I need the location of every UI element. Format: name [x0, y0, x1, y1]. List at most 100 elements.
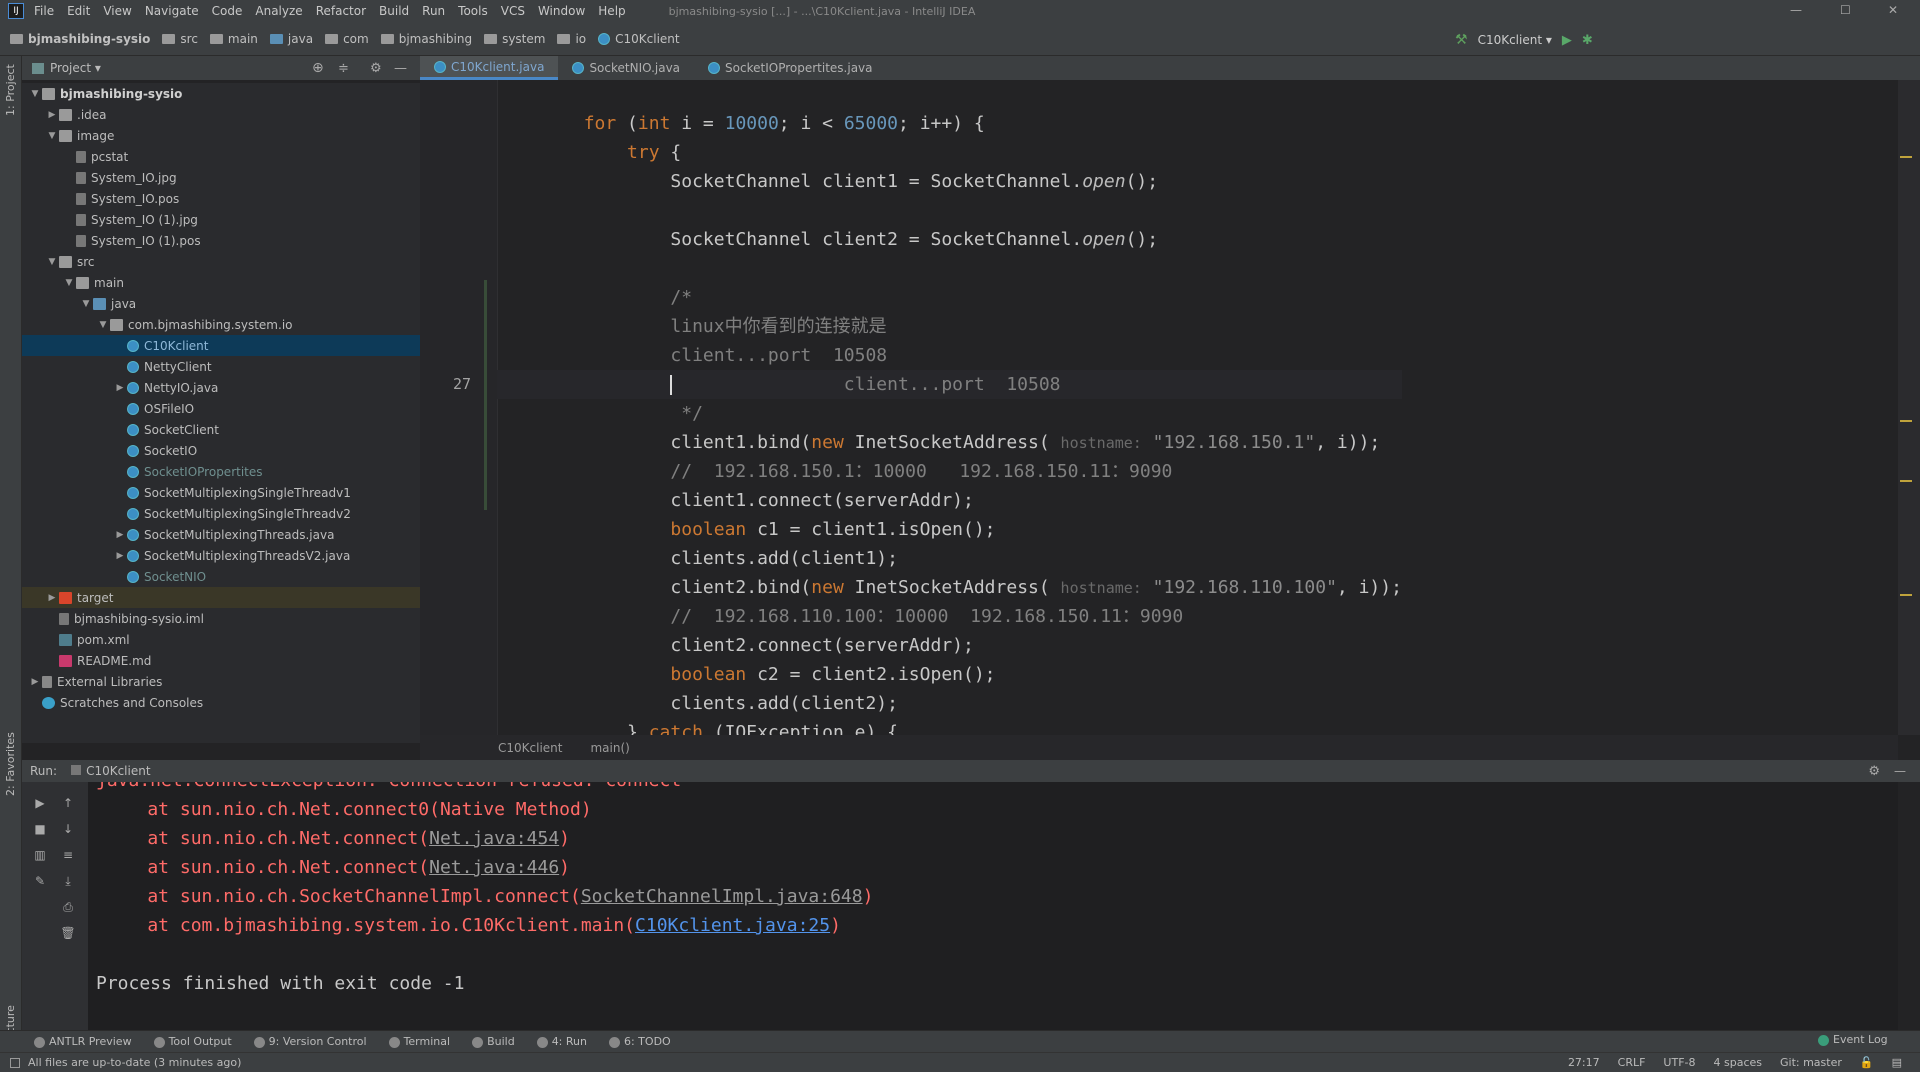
- menu-navigate[interactable]: Navigate: [145, 4, 199, 18]
- tree-item[interactable]: ▶ NettyIO.java: [22, 377, 420, 398]
- tree-item[interactable]: SocketIO: [22, 440, 420, 461]
- tool-window-button[interactable]: 4: Run: [536, 1035, 587, 1048]
- tree-item[interactable]: SocketIOPropertites: [22, 461, 420, 482]
- tree-item[interactable]: pom.xml: [22, 629, 420, 650]
- tool-window-button[interactable]: Terminal: [388, 1035, 450, 1048]
- breadcrumb-item[interactable]: io: [557, 32, 586, 46]
- breadcrumb-item[interactable]: main: [209, 32, 258, 46]
- chevron-right-icon[interactable]: ▶: [28, 677, 42, 687]
- code-editor[interactable]: for (int i = 10000; i < 65000; i++) { tr…: [420, 80, 1898, 735]
- stacktrace-link[interactable]: C10Kclient.java:25: [635, 915, 830, 936]
- code-content[interactable]: for (int i = 10000; i < 65000; i++) { tr…: [453, 109, 1402, 735]
- tree-item[interactable]: System_IO (1).pos: [22, 230, 420, 251]
- memory-indicator-icon[interactable]: ▤: [1892, 1056, 1902, 1069]
- tree-item[interactable]: ▼ bjmashibing-sysio: [22, 83, 420, 104]
- build-hammer-icon[interactable]: ⚒: [1455, 32, 1468, 48]
- tree-item[interactable]: C10Kclient: [22, 335, 420, 356]
- breadcrumb-item[interactable]: com: [325, 32, 369, 46]
- chevron-right-icon[interactable]: ▶: [113, 383, 127, 393]
- tree-item[interactable]: Scratches and Consoles: [22, 692, 420, 713]
- breadcrumb-item[interactable]: bjmashibing-sysio: [10, 32, 150, 46]
- tree-item[interactable]: System_IO (1).jpg: [22, 209, 420, 230]
- locate-icon[interactable]: ⊕: [312, 60, 324, 76]
- chevron-down-icon[interactable]: ▼: [28, 89, 42, 99]
- tree-item[interactable]: ▶ SocketMultiplexingThreadsV2.java: [22, 545, 420, 566]
- status-toggle-icon[interactable]: [10, 1057, 20, 1068]
- stop-icon[interactable]: ■: [30, 816, 50, 842]
- breadcrumb-class[interactable]: C10Kclient: [498, 741, 562, 755]
- run-console[interactable]: java.net.ConnectException: Connection re…: [88, 782, 1898, 1030]
- breadcrumb-item[interactable]: C10Kclient: [598, 32, 680, 46]
- stacktrace-link[interactable]: Net.java:446: [429, 857, 559, 878]
- tree-item[interactable]: SocketMultiplexingSingleThreadv2: [22, 503, 420, 524]
- pin-icon[interactable]: ✎: [30, 868, 50, 894]
- tree-item[interactable]: ▼ java: [22, 293, 420, 314]
- tree-item[interactable]: pcstat: [22, 146, 420, 167]
- tree-item[interactable]: bjmashibing-sysio.iml: [22, 608, 420, 629]
- project-tool-button[interactable]: 1: Project: [4, 64, 17, 116]
- tree-item[interactable]: SocketNIO: [22, 566, 420, 587]
- tree-item[interactable]: ▶ SocketMultiplexingThreads.java: [22, 524, 420, 545]
- scroll-to-end-icon[interactable]: ⤓: [58, 868, 78, 894]
- gear-icon[interactable]: ⚙: [1868, 764, 1880, 779]
- tree-item[interactable]: ▶ target: [22, 587, 420, 608]
- chevron-down-icon[interactable]: ▼: [79, 299, 93, 309]
- chevron-down-icon[interactable]: ▼: [45, 257, 59, 267]
- tree-item[interactable]: ▶ External Libraries: [22, 671, 420, 692]
- chevron-right-icon[interactable]: ▶: [113, 551, 127, 561]
- chevron-right-icon[interactable]: ▶: [113, 530, 127, 540]
- menu-build[interactable]: Build: [379, 4, 409, 18]
- tree-item[interactable]: ▼ image: [22, 125, 420, 146]
- menu-file[interactable]: File: [34, 4, 54, 18]
- gear-icon[interactable]: ⚙: [370, 61, 382, 76]
- tree-item[interactable]: SocketMultiplexingSingleThreadv1: [22, 482, 420, 503]
- chevron-down-icon[interactable]: ▼: [96, 320, 110, 330]
- maximize-button[interactable]: ☐: [1840, 3, 1851, 17]
- tree-item[interactable]: ▶ .idea: [22, 104, 420, 125]
- hide-panel-icon[interactable]: —: [1894, 764, 1906, 778]
- menu-window[interactable]: Window: [538, 4, 585, 18]
- menu-help[interactable]: Help: [598, 4, 625, 18]
- editor-scrollbar[interactable]: [1898, 80, 1920, 735]
- tree-item[interactable]: System_IO.pos: [22, 188, 420, 209]
- chevron-right-icon[interactable]: ▶: [45, 593, 59, 603]
- project-view-select[interactable]: Project ▾: [50, 61, 101, 75]
- restore-layout-icon[interactable]: ▥: [30, 842, 50, 868]
- favorites-tool-button[interactable]: 2: Favorites: [4, 732, 17, 796]
- run-tab[interactable]: C10Kclient: [71, 764, 151, 778]
- menu-analyze[interactable]: Analyze: [255, 4, 302, 18]
- caret-position[interactable]: 27:17: [1568, 1056, 1600, 1069]
- tool-window-button[interactable]: Tool Output: [153, 1035, 232, 1048]
- breadcrumb-item[interactable]: src: [162, 32, 198, 46]
- hide-panel-icon[interactable]: —: [394, 61, 407, 76]
- menu-code[interactable]: Code: [212, 4, 243, 18]
- tree-item[interactable]: NettyClient: [22, 356, 420, 377]
- scroll-up-icon[interactable]: ↑: [58, 790, 78, 816]
- vcs-branch[interactable]: Git: master: [1780, 1056, 1842, 1069]
- file-encoding[interactable]: UTF-8: [1663, 1056, 1695, 1069]
- soft-wrap-icon[interactable]: ≡: [58, 842, 78, 868]
- collapse-all-icon[interactable]: ≑: [338, 61, 349, 76]
- event-log-button[interactable]: Event Log: [1818, 1033, 1888, 1046]
- tree-item[interactable]: ▼ com.bjmashibing.system.io: [22, 314, 420, 335]
- breadcrumb-item[interactable]: bjmashibing: [380, 32, 472, 46]
- menu-refactor[interactable]: Refactor: [316, 4, 366, 18]
- stacktrace-link[interactable]: Net.java:454: [429, 828, 559, 849]
- breadcrumb-item[interactable]: java: [269, 32, 313, 46]
- debug-icon[interactable]: ✱: [1582, 33, 1593, 48]
- menu-tools[interactable]: Tools: [458, 4, 488, 18]
- breadcrumb-method[interactable]: main(): [590, 741, 629, 755]
- line-separator[interactable]: CRLF: [1618, 1056, 1646, 1069]
- run-config-select[interactable]: C10Kclient ▾: [1478, 33, 1552, 47]
- tool-window-button[interactable]: 6: TODO: [608, 1035, 671, 1048]
- minimize-button[interactable]: —: [1790, 3, 1802, 17]
- tool-window-button[interactable]: ANTLR Preview: [34, 1035, 132, 1048]
- stacktrace-link[interactable]: SocketChannelImpl.java:648: [581, 886, 863, 907]
- menu-run[interactable]: Run: [422, 4, 445, 18]
- tree-item[interactable]: ▼ main: [22, 272, 420, 293]
- chevron-down-icon[interactable]: ▼: [62, 278, 76, 288]
- editor-tab[interactable]: SocketNIO.java: [558, 56, 694, 80]
- tool-window-button[interactable]: 9: Version Control: [253, 1035, 367, 1048]
- menu-vcs[interactable]: VCS: [501, 4, 525, 18]
- print-icon[interactable]: ⎙: [58, 894, 78, 920]
